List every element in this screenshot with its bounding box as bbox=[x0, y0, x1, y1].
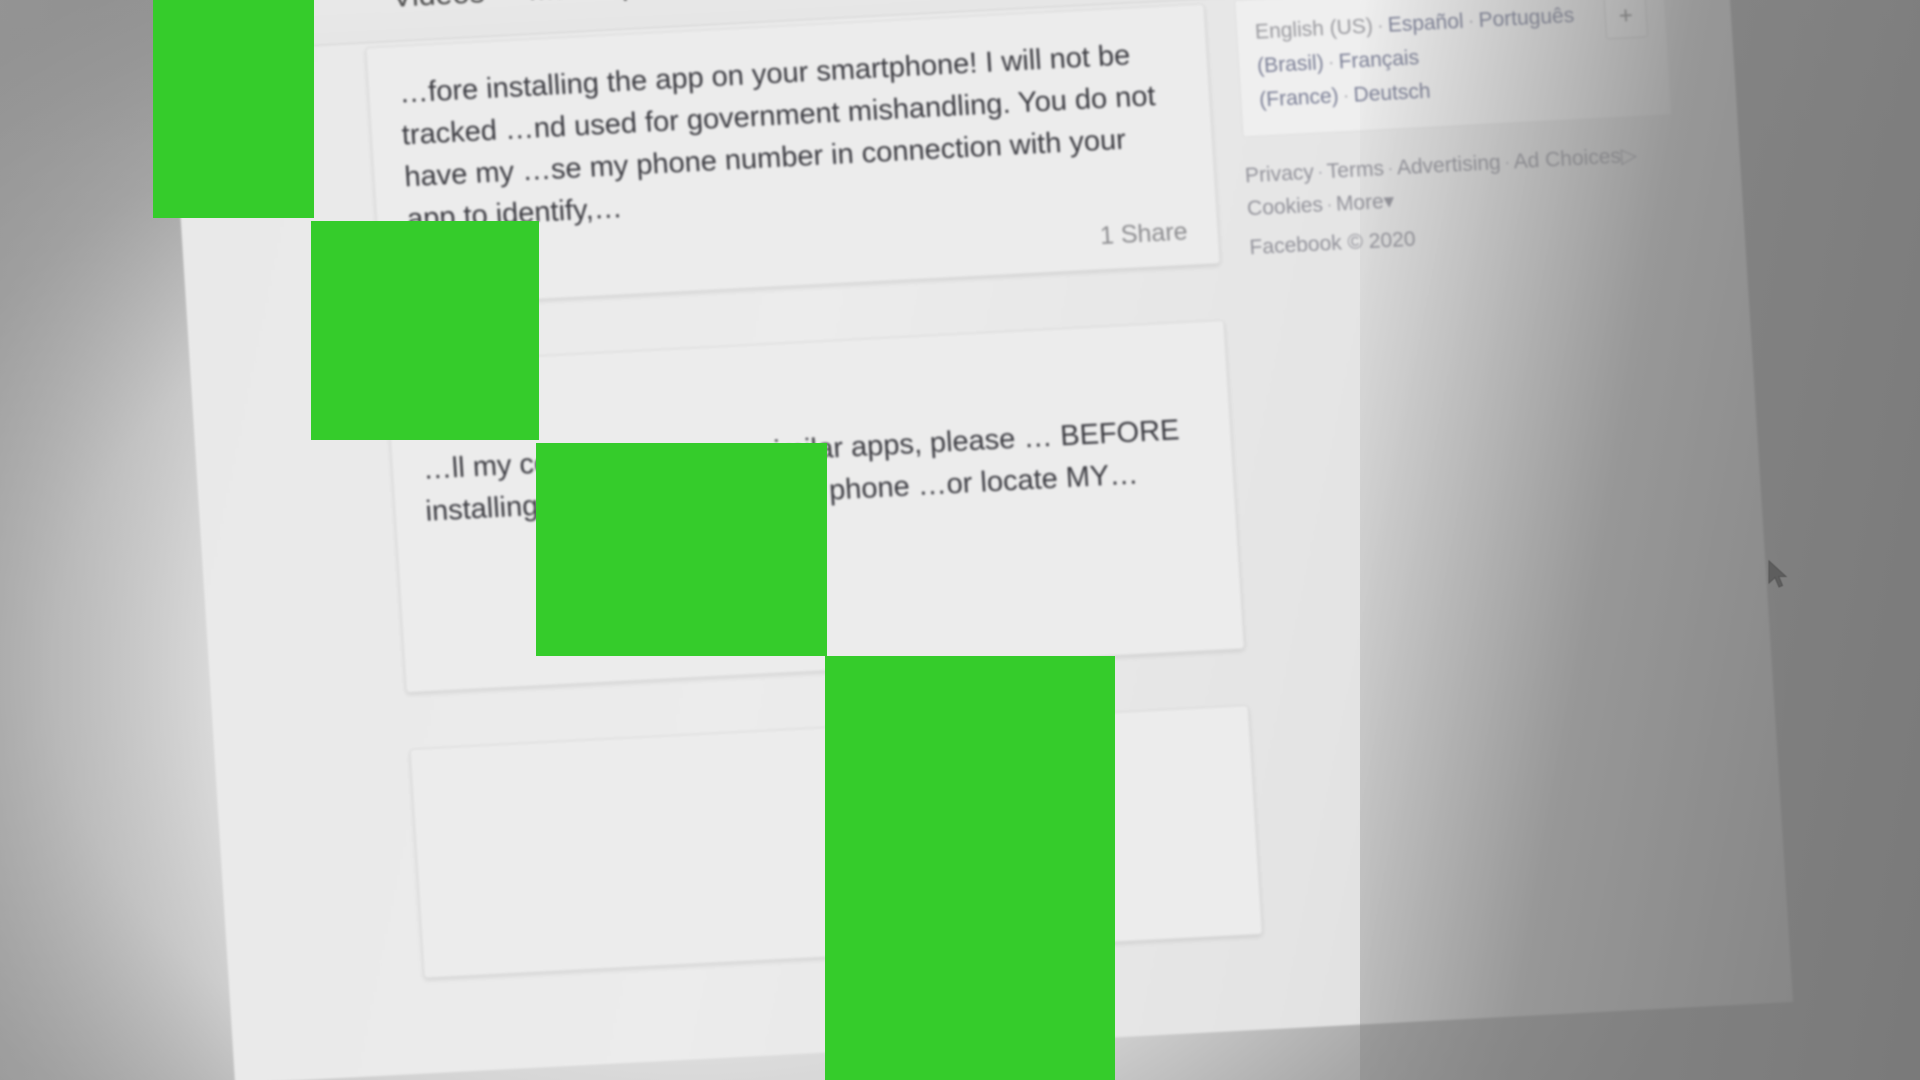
post-body: …fore installing the app on your smartph… bbox=[398, 39, 1157, 236]
language-current[interactable]: English (US) bbox=[1254, 15, 1373, 44]
redaction-block-4 bbox=[825, 656, 1115, 1080]
dot-separator: · bbox=[1326, 50, 1336, 74]
screenshot-root: Videos Marketplace Pages Places Groups A… bbox=[0, 0, 1920, 1080]
footer-link-privacy[interactable]: Privacy bbox=[1244, 161, 1314, 188]
redaction-block-2 bbox=[311, 221, 539, 440]
nav-item-videos[interactable]: Videos bbox=[391, 0, 485, 14]
mouse-cursor bbox=[1768, 560, 1788, 588]
background-shade-right bbox=[1360, 0, 1920, 1080]
redaction-block-1 bbox=[153, 0, 314, 218]
footer-link-cookies[interactable]: Cookies bbox=[1246, 193, 1323, 220]
nav-item-marketplace[interactable]: Marketplace bbox=[527, 0, 695, 7]
redaction-block-3 bbox=[536, 443, 827, 656]
